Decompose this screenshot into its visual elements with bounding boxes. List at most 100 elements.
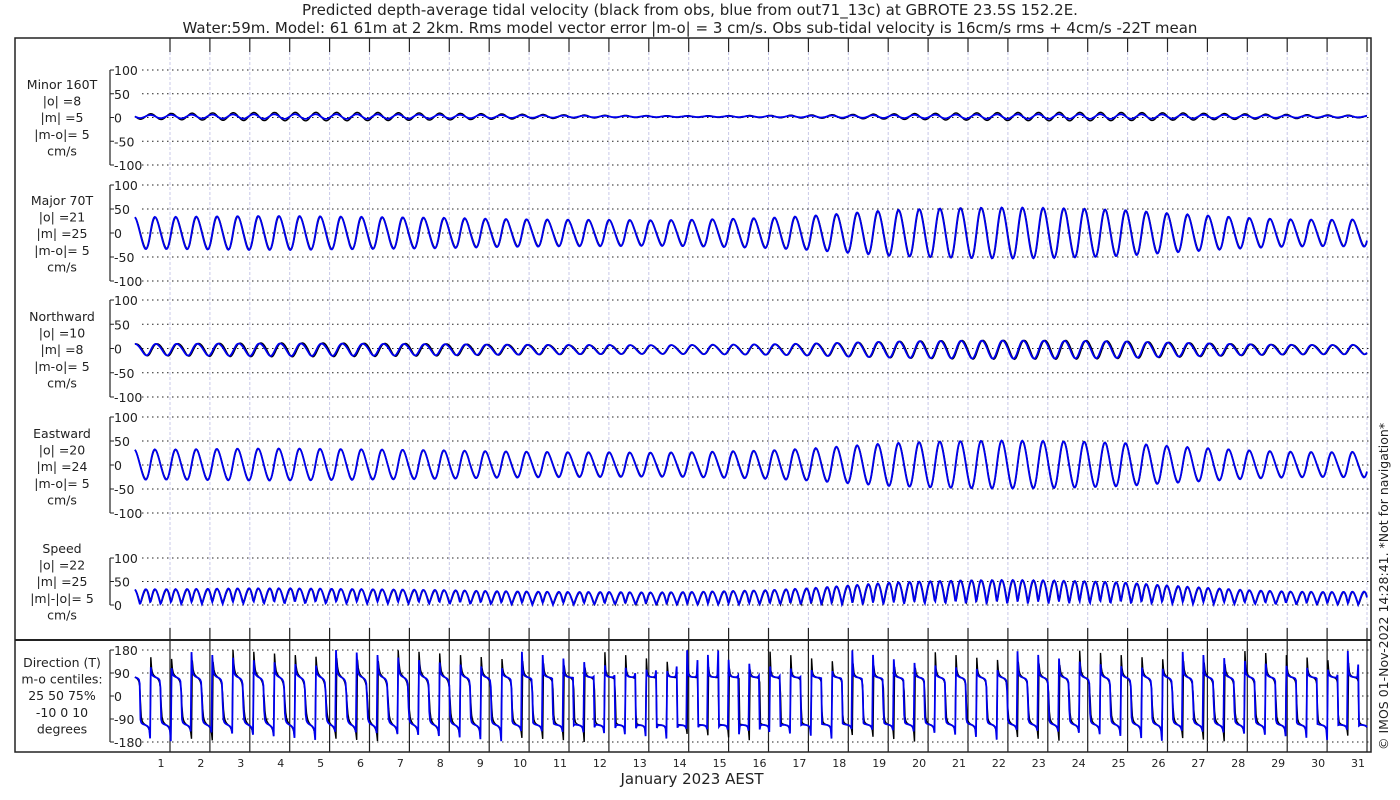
panel-label-major: cm/s — [47, 259, 77, 274]
panel-label-speed: |o| =22 — [39, 558, 85, 573]
y-tick-label: 100 — [114, 63, 138, 78]
y-tick-label: 0 — [114, 111, 122, 126]
x-tick-label: 17 — [792, 757, 806, 770]
x-tick-label: 21 — [952, 757, 966, 770]
x-tick-label: 20 — [912, 757, 926, 770]
panel-label-speed: cm/s — [47, 607, 77, 622]
panel-label-north: |o| =10 — [39, 326, 85, 341]
chart-title-line2: Water:59m. Model: 61 61m at 2 2km. Rms m… — [183, 19, 1198, 37]
y-tick-label: 100 — [114, 551, 138, 566]
panel-label-direction: m-o centiles: — [21, 672, 102, 687]
x-tick-label: 11 — [553, 757, 567, 770]
x-tick-label: 16 — [753, 757, 767, 770]
x-tick-label: 13 — [633, 757, 647, 770]
y-tick-label: -180 — [114, 735, 142, 750]
x-tick-labels: 1 2 3 4 5 6 7 8 9 10 11 12 13 14 15 16 17 18 19 20 21 22 23 24 2… — [158, 757, 1366, 770]
footer-note: © IMOS 01-Nov-2022 14:28:41. *Not for na… — [1376, 423, 1391, 750]
panel-label-direction: -10 0 10 — [36, 705, 88, 720]
panel-label-east: |m-o|= 5 — [34, 476, 89, 491]
y-tick-label: 180 — [114, 643, 138, 658]
y-tick-label: 50 — [114, 575, 130, 590]
x-tick-label: 25 — [1112, 757, 1126, 770]
x-tick-label: 5 — [317, 757, 324, 770]
y-tick-label: -50 — [114, 366, 134, 381]
panel-labels: Minor 160T|o| =8|m| =5|m-o|= 5cm/s100500… — [21, 63, 142, 750]
y-tick-label: -100 — [114, 506, 142, 521]
y-tick-label: -50 — [114, 250, 134, 265]
series-model-speed — [134, 578, 1368, 608]
panel-label-north: cm/s — [47, 375, 77, 390]
y-tick-label: 0 — [114, 342, 122, 357]
x-tick-label: 6 — [357, 757, 364, 770]
y-tick-label: 50 — [114, 434, 130, 449]
series-layer — [134, 111, 1368, 742]
y-tick-label: 0 — [114, 598, 122, 613]
x-tick-label: 27 — [1191, 757, 1205, 770]
series-model-direction — [134, 650, 1368, 742]
x-tick-label: 26 — [1152, 757, 1166, 770]
x-tick-label: 19 — [872, 757, 886, 770]
panel-label-direction: 25 50 75% — [28, 688, 96, 703]
x-tick-label: 14 — [673, 757, 687, 770]
x-tick-label: 31 — [1351, 757, 1365, 770]
x-tick-label: 3 — [237, 757, 244, 770]
panel-label-direction: degrees — [37, 721, 87, 736]
panel-label-minor: cm/s — [47, 143, 77, 158]
panel-label-speed: |m|-|o|= 5 — [30, 591, 94, 606]
y-tick-label: 0 — [114, 226, 122, 241]
panel-label-major: |o| =21 — [39, 210, 85, 225]
y-tick-label: 50 — [114, 87, 130, 102]
panel-label-minor: |m| =5 — [41, 110, 84, 125]
y-tick-label: 0 — [114, 689, 122, 704]
panel-label-east: |o| =20 — [39, 443, 85, 458]
panel-label-speed: Speed — [42, 541, 81, 556]
panel-label-east: |m| =24 — [37, 459, 88, 474]
y-tick-label: -100 — [114, 274, 142, 289]
y-tick-label: 100 — [114, 410, 138, 425]
x-tick-label: 9 — [477, 757, 484, 770]
series-model-major — [134, 206, 1368, 260]
x-tick-label: 29 — [1271, 757, 1285, 770]
y-tick-label: -100 — [114, 390, 142, 405]
panel-label-minor: |o| =8 — [43, 94, 82, 109]
x-tick-label: 30 — [1311, 757, 1325, 770]
panel-label-east: Eastward — [33, 426, 91, 441]
panel-label-major: Major 70T — [31, 193, 94, 208]
x-tick-label: 12 — [593, 757, 607, 770]
tidal-velocity-chart: Predicted depth-average tidal velocity (… — [14, 1, 1391, 788]
chart-title-line1: Predicted depth-average tidal velocity (… — [302, 1, 1078, 20]
x-axis-label: January 2023 AEST — [620, 770, 765, 788]
x-tick-label: 2 — [197, 757, 204, 770]
panel-label-speed: |m| =25 — [37, 574, 88, 589]
y-tick-label: -50 — [114, 134, 134, 149]
panel-label-major: |m| =25 — [37, 226, 88, 241]
y-tick-label: -50 — [114, 482, 134, 497]
panel-label-east: cm/s — [47, 492, 77, 507]
x-tick-label: 7 — [397, 757, 404, 770]
x-tick-label: 1 — [158, 757, 165, 770]
x-tick-label: 28 — [1231, 757, 1245, 770]
x-tick-label: 8 — [437, 757, 444, 770]
y-tick-label: -90 — [114, 712, 134, 727]
x-tick-label: 10 — [513, 757, 527, 770]
y-tick-label: 50 — [114, 317, 130, 332]
series-model-east — [134, 439, 1368, 490]
panel-label-minor: |m-o|= 5 — [34, 127, 89, 142]
panel-label-direction: Direction (T) — [23, 655, 101, 670]
x-tick-label: 18 — [832, 757, 846, 770]
panel-label-north: |m-o|= 5 — [34, 359, 89, 374]
x-tick-label: 4 — [277, 757, 284, 770]
y-tick-label: -100 — [114, 158, 142, 173]
panel-label-north: |m| =8 — [41, 342, 84, 357]
series-obs-north — [134, 339, 1368, 361]
y-tick-label: 100 — [114, 293, 138, 308]
y-tick-label: 50 — [114, 202, 130, 217]
y-tick-label: 0 — [114, 458, 122, 473]
x-tick-label: 23 — [1032, 757, 1046, 770]
y-tick-label: 100 — [114, 178, 138, 193]
panel-label-north: Northward — [29, 309, 95, 324]
x-tick-label: 22 — [992, 757, 1006, 770]
x-tick-label: 15 — [713, 757, 727, 770]
panel-label-minor: Minor 160T — [27, 77, 98, 92]
grid-layer — [109, 38, 1371, 752]
